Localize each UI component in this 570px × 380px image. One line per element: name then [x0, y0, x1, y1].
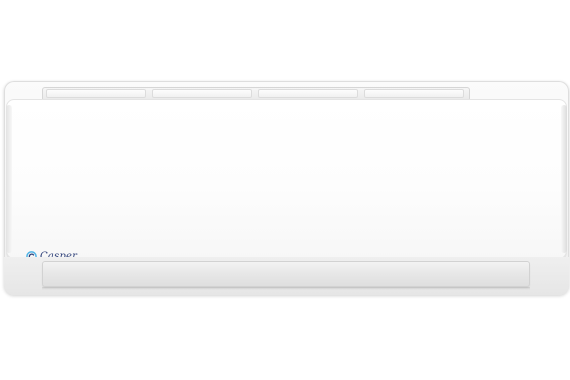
vent-slot [46, 89, 146, 98]
bottom-housing [4, 257, 569, 295]
front-panel: Casper [6, 99, 567, 262]
panel-left-edge [6, 105, 12, 253]
panel-right-edge [561, 105, 567, 253]
vent-slot [152, 89, 252, 98]
air-louver [42, 261, 530, 287]
product-photo: Casper [0, 0, 570, 380]
vent-slot [364, 89, 464, 98]
air-conditioner-unit: Casper [4, 81, 569, 295]
vent-slot [258, 89, 358, 98]
louver-shadow [42, 287, 530, 290]
